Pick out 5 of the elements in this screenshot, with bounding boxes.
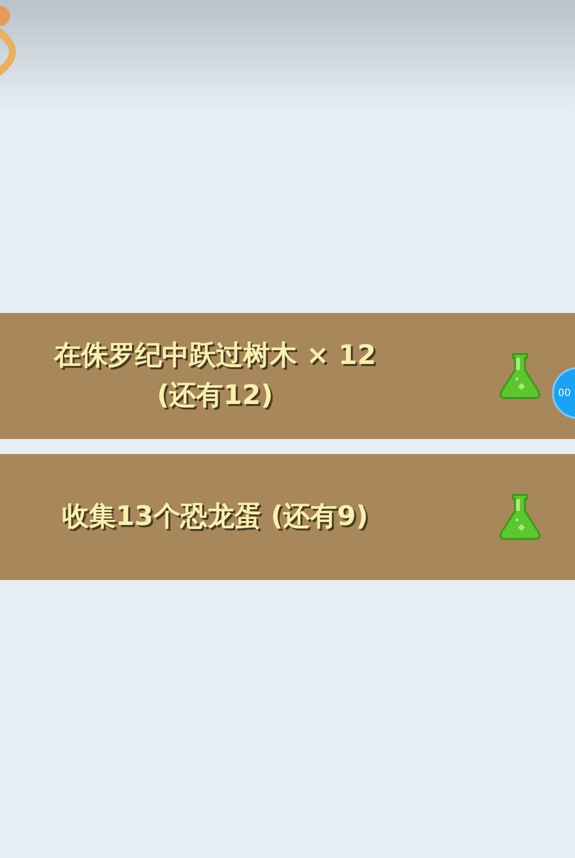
flask-icon: [497, 493, 543, 541]
logo-icon: [0, 6, 16, 76]
mission-text: 在侏罗纪中跃过树木 × 12 (还有12): [52, 339, 377, 413]
flask-icon: [497, 352, 543, 400]
mission-text: 收集13个恐龙蛋 (还有9): [60, 500, 370, 534]
